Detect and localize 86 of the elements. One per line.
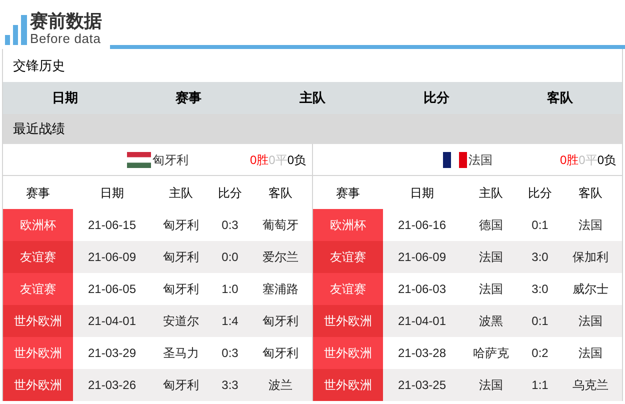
table-cell-text: 匈牙利 [262,313,298,330]
column-header: 比分 [423,89,450,108]
table-cell-text: 波兰 [268,377,292,394]
column-header: 日期 [52,89,78,108]
table-cell-text: 21-06-05 [88,281,136,298]
table-cell-text: 匈牙利 [163,249,199,266]
table-cell-text: 德国 [479,217,503,234]
table-cell-text: 匈牙利 [163,281,199,298]
table-cell-text: 哈萨克 [473,345,509,362]
table-cell-text: 葡萄牙 [262,217,298,234]
table-cell-text: 0:3 [222,345,238,362]
column-header: 比分 [218,184,242,202]
table-cell-text: 法国 [578,217,602,234]
table-cell-text: 安道尔 [163,313,199,330]
team-name: 匈牙利 [152,152,188,168]
column-header: 赛事 [336,184,360,202]
column-header: 日期 [100,184,124,202]
table-cell-text: 0:1 [532,313,548,330]
table-cell-text: 1:4 [222,313,238,330]
column-header: 主队 [169,184,193,202]
column-header: 日期 [410,184,434,202]
column-header: 赛事 [176,89,202,108]
competition-badge: 友谊赛 [3,273,73,305]
table-cell-text: 匈牙利 [163,217,199,234]
table-cell-text: 21-03-28 [398,345,446,362]
table-cell-text: 0:3 [222,217,238,234]
table-cell-text: 0:0 [222,249,238,266]
table-cell-text: 法国 [479,281,503,298]
column-header: 客队 [578,184,602,202]
table-cell-text: 21-06-09 [88,249,136,266]
table-cell-text: 21-03-26 [88,377,136,394]
column-header: 客队 [547,89,574,108]
table-cell-text: 威尔士 [572,281,608,298]
table-cell-text: 法国 [479,377,503,394]
table-cell-text: 波黑 [479,313,503,330]
table-cell-text: 圣马力 [163,345,199,362]
competition-badge: 友谊赛 [313,273,383,305]
table-cell-text: 塞浦路 [262,281,298,298]
table-cell-text: 21-04-01 [88,313,136,330]
competition-badge: 欧洲杯 [313,209,383,241]
team-name: 法国 [468,152,492,168]
table-cell-text: 21-06-09 [398,249,446,266]
table-cell-text: 法国 [578,313,602,330]
competition-badge: 友谊赛 [313,241,383,273]
column-header: 比分 [528,184,552,202]
table-cell-text: 3:0 [532,281,548,298]
section-title: 赛前数据 [30,12,102,30]
column-header: 主队 [479,184,503,202]
competition-badge: 友谊赛 [3,241,73,273]
column-header: 客队 [268,184,292,202]
table-cell-text: 1:0 [222,281,238,298]
table-cell-text: 21-06-16 [398,217,446,234]
competition-badge: 世外欧洲 [313,305,383,337]
table-cell-text: 21-06-03 [398,281,446,298]
team-record: 0胜0平0负 [250,152,306,168]
team-record: 0胜0平0负 [560,152,616,168]
competition-badge: 世外欧洲 [3,369,73,401]
table-cell-text: 保加利 [572,249,608,266]
table-cell-text: 3:0 [532,249,548,266]
table-cell-text: 乌克兰 [572,377,608,394]
competition-badge: 欧洲杯 [3,209,73,241]
column-header: 主队 [299,89,326,108]
table-cell-text: 法国 [479,249,503,266]
competition-badge: 世外欧洲 [313,369,383,401]
section-label: 最近战绩 [13,120,65,138]
tab-title: 交锋历史 [13,56,65,75]
flag-icon [126,152,150,168]
table-cell-text: 0:1 [532,217,548,234]
table-cell-text: 匈牙利 [262,345,298,362]
section-subtitle: Before data [30,32,102,45]
table-cell-text: 21-04-01 [398,313,446,330]
table-cell-text: 0:2 [532,345,548,362]
column-header: 赛事 [26,184,50,202]
table-cell-text: 1:1 [532,377,548,394]
bar-chart-icon [5,15,27,45]
competition-badge: 世外欧洲 [3,305,73,337]
table-cell-text: 3:3 [222,377,238,394]
table-cell-text: 21-03-29 [88,345,136,362]
competition-badge: 世外欧洲 [313,337,383,369]
flag-icon [442,152,466,168]
table-cell-text: 21-06-15 [88,217,136,234]
table-cell-text: 法国 [578,345,602,362]
table-cell-text: 匈牙利 [163,377,199,394]
table-cell-text: 爱尔兰 [262,249,298,266]
table-cell-text: 21-03-25 [398,377,446,394]
competition-badge: 世外欧洲 [3,337,73,369]
